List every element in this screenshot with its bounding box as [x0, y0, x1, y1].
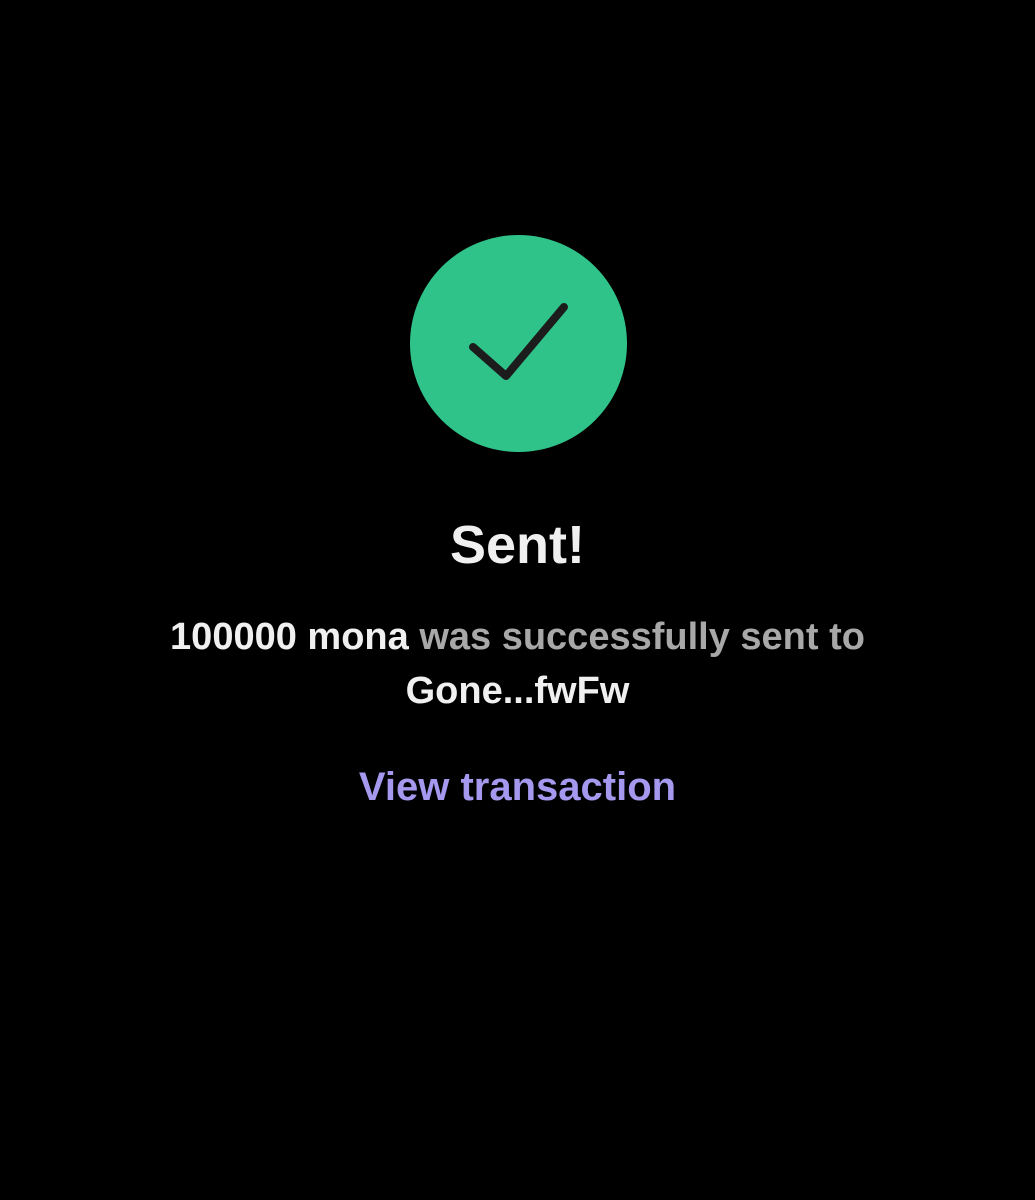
page-title: Sent! [450, 515, 585, 575]
sent-amount: 100000 mona [170, 616, 409, 658]
message-text: was successfully sent to [408, 616, 865, 658]
recipient-address: Gone...fwFw [405, 670, 630, 712]
success-message: 100000 mona was successfully sent to Gon… [150, 610, 885, 718]
checkmark-icon [469, 303, 568, 380]
success-checkmark-badge [410, 235, 627, 452]
view-transaction-link[interactable]: View transaction [0, 760, 1035, 814]
